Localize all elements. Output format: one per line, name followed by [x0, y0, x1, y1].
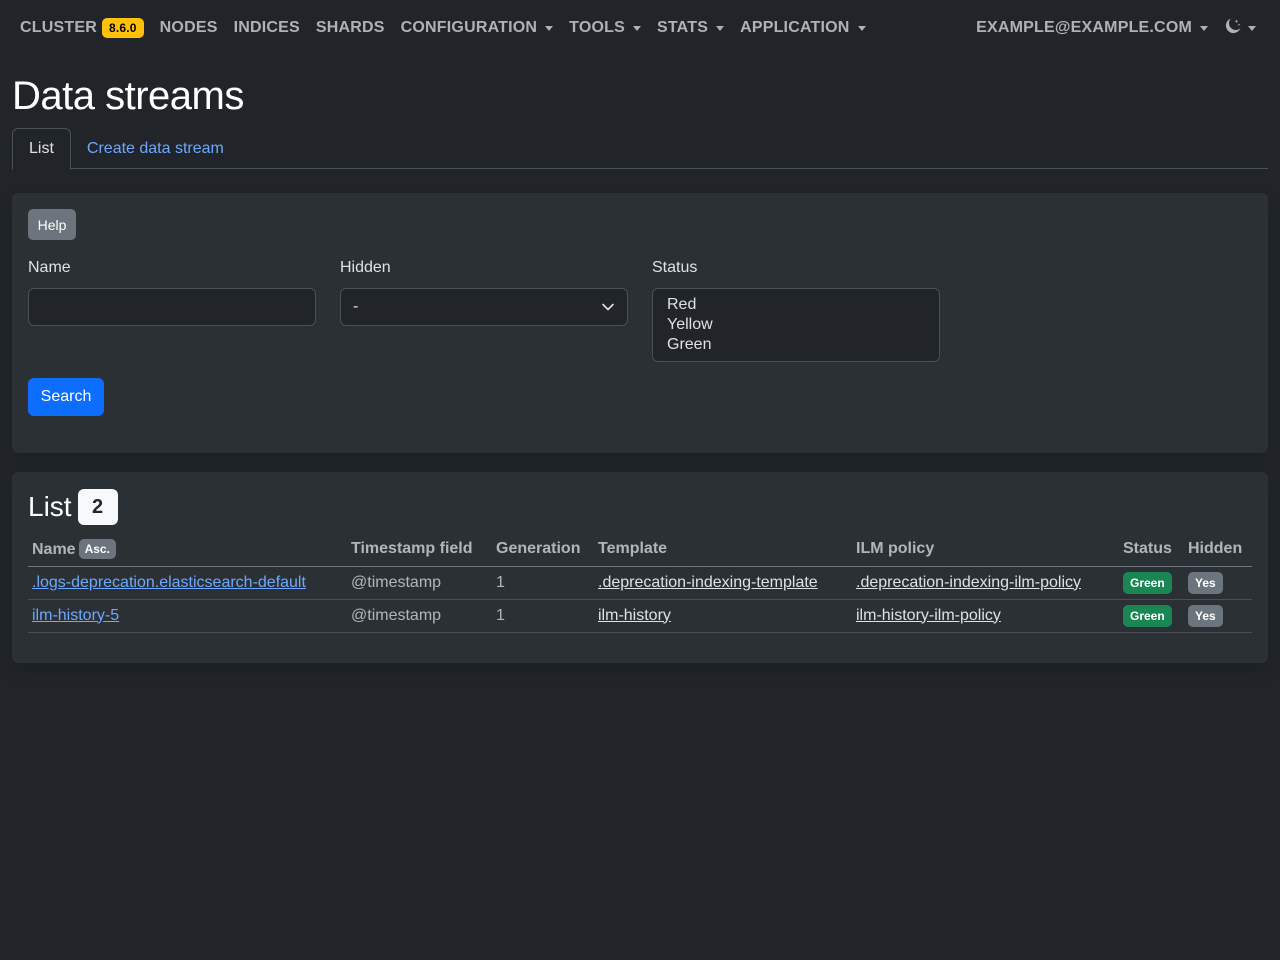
theme-toggle[interactable] [1216, 0, 1268, 56]
version-badge: 8.6.0 [101, 18, 144, 38]
nav-item-label: INDICES [233, 19, 300, 36]
nav-item-nodes[interactable]: NODES [152, 0, 226, 56]
cell-ilm: ilm-history-ilm-policy [852, 599, 1119, 633]
filter-card: Help Name Hidden - Status Red Yellow Gre… [12, 193, 1268, 453]
user-email: EXAMPLE@EXAMPLE.COM [976, 19, 1192, 36]
status-field-label: Status [652, 259, 698, 276]
caret-down-icon [545, 25, 554, 31]
status-badge: Green [1123, 571, 1172, 594]
tab-list[interactable]: List [12, 128, 71, 170]
nav-item-shards[interactable]: SHARDS [308, 0, 393, 56]
cell-template: ilm-history [594, 599, 852, 633]
name-field-label: Name [28, 259, 71, 276]
cell-status: Green [1119, 599, 1184, 633]
cell-template: .deprecation-indexing-template [594, 566, 852, 600]
ilm-policy-link[interactable]: .deprecation-indexing-ilm-policy [856, 574, 1081, 591]
table-row: ilm-history-5 @timestamp 1 ilm-history i… [28, 599, 1252, 633]
nav-item-configuration[interactable]: CONFIGURATION [393, 0, 562, 56]
cell-timestamp: @timestamp [347, 566, 492, 600]
template-link[interactable]: .deprecation-indexing-template [598, 574, 818, 591]
top-navbar: CLUSTER 8.6.0 NODES INDICES SHARDS CONFI… [0, 0, 1280, 56]
user-menu[interactable]: EXAMPLE@EXAMPLE.COM [968, 0, 1216, 56]
tab-create-data-stream[interactable]: Create data stream [71, 128, 240, 169]
column-header-timestamp: Timestamp field [347, 533, 492, 567]
table-row: .logs-deprecation.elasticsearch-default … [28, 566, 1252, 600]
caret-down-icon [716, 25, 725, 31]
nav-item-label: STATS [657, 19, 709, 36]
column-header-status: Status [1119, 533, 1184, 567]
cell-timestamp: @timestamp [347, 599, 492, 633]
nav-item-label: CONFIGURATION [400, 19, 538, 36]
cell-status: Green [1119, 566, 1184, 600]
caret-down-icon [1248, 25, 1256, 31]
sort-badge[interactable]: Asc. [78, 539, 116, 560]
status-option-yellow[interactable]: Yellow [667, 315, 925, 335]
help-button[interactable]: Help [28, 209, 76, 240]
column-header-name[interactable]: Name Asc. [28, 533, 347, 567]
cell-name: .logs-deprecation.elasticsearch-default [28, 566, 347, 600]
nav-item-indices[interactable]: INDICES [226, 0, 308, 56]
moon-stars-icon [1224, 17, 1242, 40]
column-header-hidden: Hidden [1184, 533, 1252, 567]
nav-item-stats[interactable]: STATS [649, 0, 732, 56]
hidden-badge: Yes [1188, 604, 1223, 627]
hidden-select-value: - [353, 298, 359, 315]
list-card: List 2 Name Asc. Timestamp field Generati… [12, 472, 1268, 663]
status-badge: Green [1123, 604, 1172, 627]
ilm-policy-link[interactable]: ilm-history-ilm-policy [856, 607, 1001, 624]
list-title: List [28, 491, 72, 522]
column-header-ilm: ILM policy [852, 533, 1119, 567]
column-header-generation: Generation [492, 533, 594, 567]
status-option-red[interactable]: Red [667, 295, 925, 315]
nav-item-label: APPLICATION [740, 19, 850, 36]
chevron-down-icon [601, 300, 615, 314]
nav-brand-cluster[interactable]: CLUSTER 8.6.0 [12, 0, 152, 56]
hidden-badge: Yes [1188, 571, 1223, 594]
cell-hidden: Yes [1184, 566, 1252, 600]
caret-down-icon [1200, 25, 1208, 31]
nav-item-label: NODES [159, 19, 218, 36]
nav-brand-label: CLUSTER [20, 19, 97, 36]
column-header-template: Template [594, 533, 852, 567]
cell-hidden: Yes [1184, 599, 1252, 633]
nav-item-label: SHARDS [315, 19, 385, 36]
table-header-row: Name Asc. Timestamp field Generation Temp… [28, 533, 1252, 567]
name-input[interactable] [28, 288, 316, 326]
hidden-select[interactable]: - [340, 288, 628, 326]
count-badge: 2 [77, 489, 118, 525]
cell-generation: 1 [492, 599, 594, 633]
status-option-green[interactable]: Green [667, 335, 925, 355]
tab-bar: List Create data stream [12, 128, 1268, 170]
nav-item-tools[interactable]: TOOLS [561, 0, 649, 56]
list-heading: List 2 [28, 489, 118, 525]
caret-down-icon [633, 25, 641, 31]
cell-name: ilm-history-5 [28, 599, 347, 633]
status-multiselect[interactable]: Red Yellow Green [652, 288, 940, 362]
caret-down-icon [857, 25, 866, 31]
data-stream-link[interactable]: .logs-deprecation.elasticsearch-default [32, 574, 306, 591]
data-stream-link[interactable]: ilm-history-5 [32, 607, 119, 624]
nav-right: EXAMPLE@EXAMPLE.COM [968, 0, 1268, 56]
cell-ilm: .deprecation-indexing-ilm-policy [852, 566, 1119, 600]
nav-left: CLUSTER 8.6.0 NODES INDICES SHARDS CONFI… [12, 0, 874, 56]
nav-item-application[interactable]: APPLICATION [732, 0, 873, 56]
column-label: Name [32, 541, 76, 559]
page-title: Data streams [12, 74, 244, 118]
data-streams-table: Name Asc. Timestamp field Generation Temp… [28, 533, 1252, 633]
hidden-field-label: Hidden [340, 259, 391, 276]
search-button[interactable]: Search [28, 378, 104, 416]
template-link[interactable]: ilm-history [598, 607, 671, 624]
cell-generation: 1 [492, 566, 594, 600]
nav-item-label: TOOLS [569, 19, 625, 36]
